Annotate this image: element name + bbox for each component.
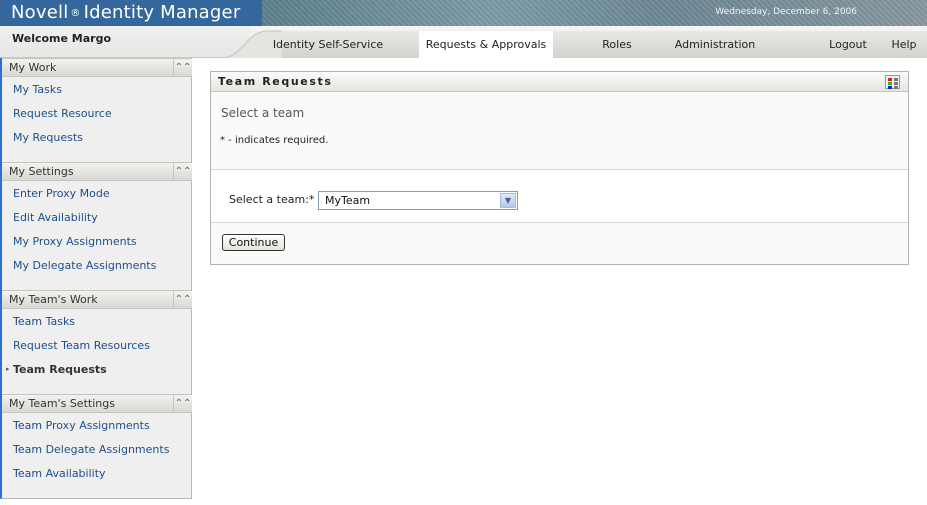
chevron-down-icon[interactable]: ▼ [500,193,516,208]
top-banner: Novell ® Identity Manager Wednesday, Decem… [0,0,927,26]
sidebar: My Work ⌃⌃ My Tasks Request Resource My … [0,58,192,499]
section-header-my-work: My Work ⌃⌃ [2,58,192,77]
select-team-label: Select a team:* [229,193,315,206]
panel-description: Select a team [221,106,305,120]
product-name: Identity Manager [83,2,241,23]
welcome-message: Welcome Margo [12,32,112,45]
double-chevron-up-icon[interactable]: ⌃⌃ [173,163,192,180]
tab-requests-approvals[interactable]: Requests & Approvals [419,31,553,58]
panel-header: Team Requests [211,72,908,92]
sidebar-item-my-proxy-assignments[interactable]: My Proxy Assignments [13,235,137,248]
tab-identity-self-service[interactable]: Identity Self-Service [262,31,394,58]
double-chevron-up-icon[interactable]: ⌃⌃ [173,59,192,76]
app-logo: Novell ® Identity Manager [11,2,240,23]
team-requests-panel: Team Requests Select a team * - indicate… [210,71,909,265]
sidebar-item-my-delegate-assignments[interactable]: My Delegate Assignments [13,259,156,272]
current-item-marker-icon: ▸ [6,365,10,373]
section-title: My Team's Work [9,293,98,306]
team-select-value: MyTeam [325,194,371,207]
double-chevron-up-icon[interactable]: ⌃⌃ [173,395,192,412]
team-select-form: Select a team:* MyTeam ▼ [211,169,908,223]
sidebar-item-team-availability[interactable]: Team Availability [13,467,106,480]
sidebar-item-team-proxy-assignments[interactable]: Team Proxy Assignments [13,419,150,432]
sidebar-item-team-tasks[interactable]: Team Tasks [13,315,75,328]
section-header-my-teams-work: My Team's Work ⌃⌃ [2,290,192,309]
sidebar-item-team-delegate-assignments[interactable]: Team Delegate Assignments [13,443,169,456]
sidebar-item-edit-availability[interactable]: Edit Availability [13,211,98,224]
welcome-area: Welcome Margo [0,26,250,58]
section-header-my-teams-settings: My Team's Settings ⌃⌃ [2,394,192,413]
help-link[interactable]: Help [886,31,922,58]
section-title: My Settings [9,165,74,178]
sidebar-item-enter-proxy-mode[interactable]: Enter Proxy Mode [13,187,110,200]
tab-roles[interactable]: Roles [596,31,638,58]
sidebar-item-request-resource[interactable]: Request Resource [13,107,112,120]
logout-link[interactable]: Logout [822,31,874,58]
continue-button[interactable]: Continue [222,234,285,251]
main-nav-bar: Welcome Margo Identity Self-Service Requ… [0,26,927,58]
tab-administration[interactable]: Administration [668,31,762,58]
sidebar-item-team-requests[interactable]: Team Requests [13,363,107,376]
panel-title: Team Requests [218,75,333,88]
sidebar-item-my-tasks[interactable]: My Tasks [13,83,62,96]
required-note: * - indicates required. [220,135,329,146]
section-title: My Team's Settings [9,397,115,410]
section-header-my-settings: My Settings ⌃⌃ [2,162,192,181]
sidebar-item-my-requests[interactable]: My Requests [13,131,83,144]
panel-menu-icon[interactable] [885,75,900,89]
sidebar-item-request-team-resources[interactable]: Request Team Resources [13,339,150,352]
team-select[interactable]: MyTeam ▼ [318,191,518,210]
logo-box: Novell ® Identity Manager [0,0,262,26]
brand-name: Novell [11,2,69,23]
current-date: Wednesday, December 6, 2006 [715,7,857,17]
double-chevron-up-icon[interactable]: ⌃⌃ [173,291,192,308]
section-title: My Work [9,61,57,74]
registered-mark: ® [70,7,81,19]
